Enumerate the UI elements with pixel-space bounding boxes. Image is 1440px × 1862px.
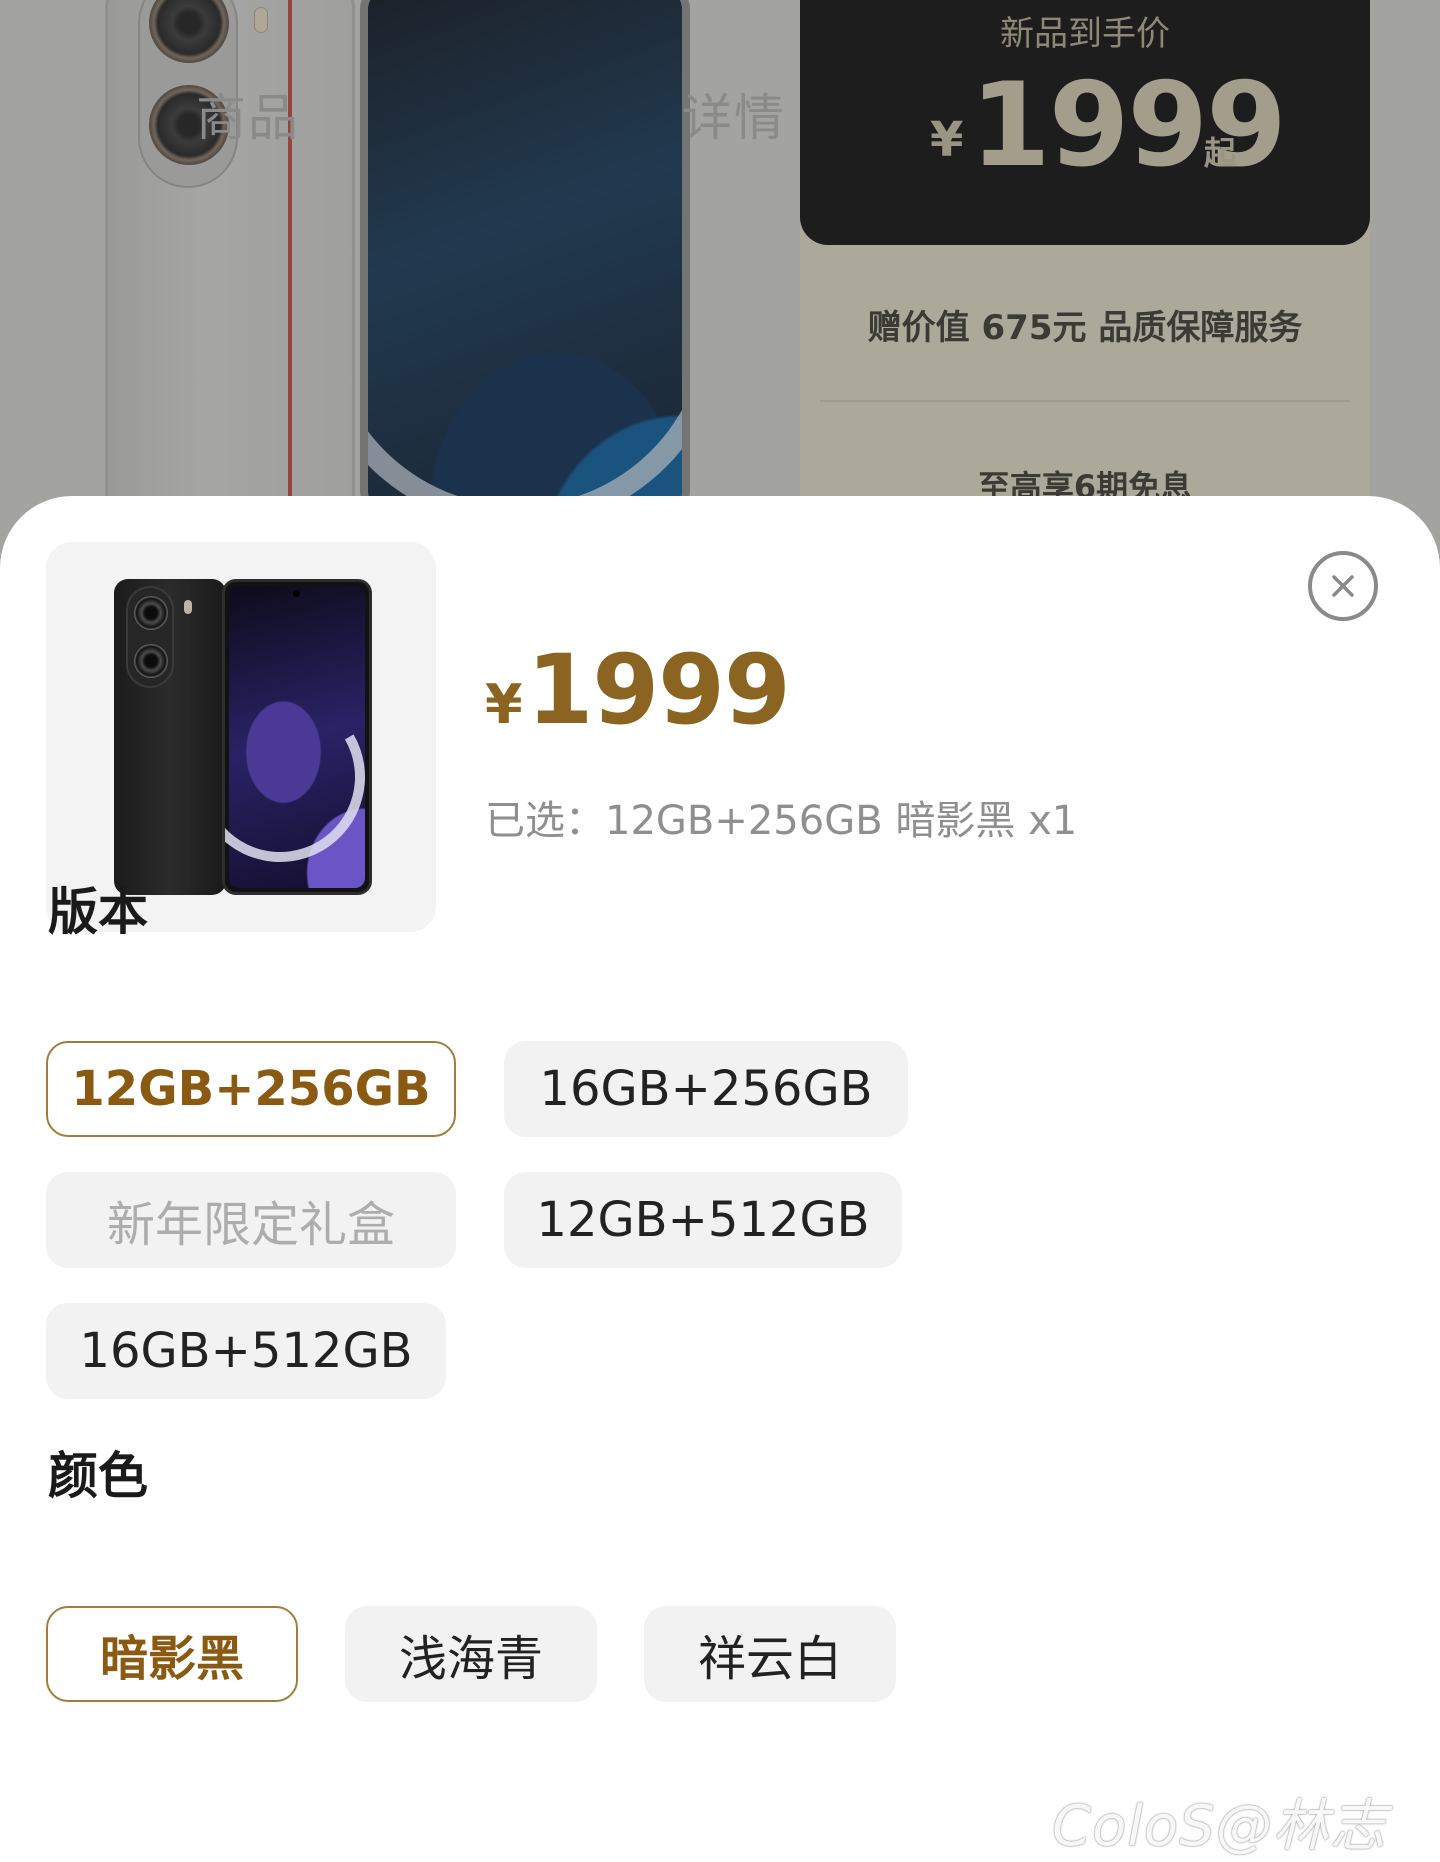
thumbnail-camera xyxy=(126,586,174,688)
price-currency: ¥ xyxy=(485,673,523,736)
version-option-12-512[interactable]: 12GB+512GB xyxy=(504,1172,902,1268)
price: ¥ 1999 xyxy=(485,634,791,746)
color-section-title: 颜色 xyxy=(48,1447,148,1505)
version-option-12-256[interactable]: 12GB+256GB xyxy=(46,1041,456,1137)
selected-summary: 已选：12GB+256GB 暗影黑 x1 xyxy=(485,798,1078,844)
price-value: 1999 xyxy=(526,634,791,746)
color-option-shadow-black[interactable]: 暗影黑 xyxy=(46,1606,298,1702)
sku-selector-sheet: ¥ 1999 已选：12GB+256GB 暗影黑 x1 版本 12GB+256G… xyxy=(0,496,1440,1862)
version-option-16-512[interactable]: 16GB+512GB xyxy=(46,1303,446,1399)
color-option-sea-cyan[interactable]: 浅海青 xyxy=(345,1606,597,1702)
watermark: ColoS@林志炫 xyxy=(1052,1794,1387,1859)
version-option-gift-box[interactable]: 新年限定礼盒 xyxy=(46,1172,456,1268)
version-section-title: 版本 xyxy=(48,883,148,941)
version-option-16-256[interactable]: 16GB+256GB xyxy=(504,1041,908,1137)
product-page-background: 商品 详情 新品到手价 ¥ 1999 起 赠价值 675元 品质保障服务 至高享… xyxy=(0,0,1440,560)
color-option-cloud-white[interactable]: 祥云白 xyxy=(644,1606,896,1702)
close-icon xyxy=(1332,575,1354,597)
close-button[interactable] xyxy=(1308,551,1378,621)
modal-scrim[interactable] xyxy=(0,0,1440,560)
